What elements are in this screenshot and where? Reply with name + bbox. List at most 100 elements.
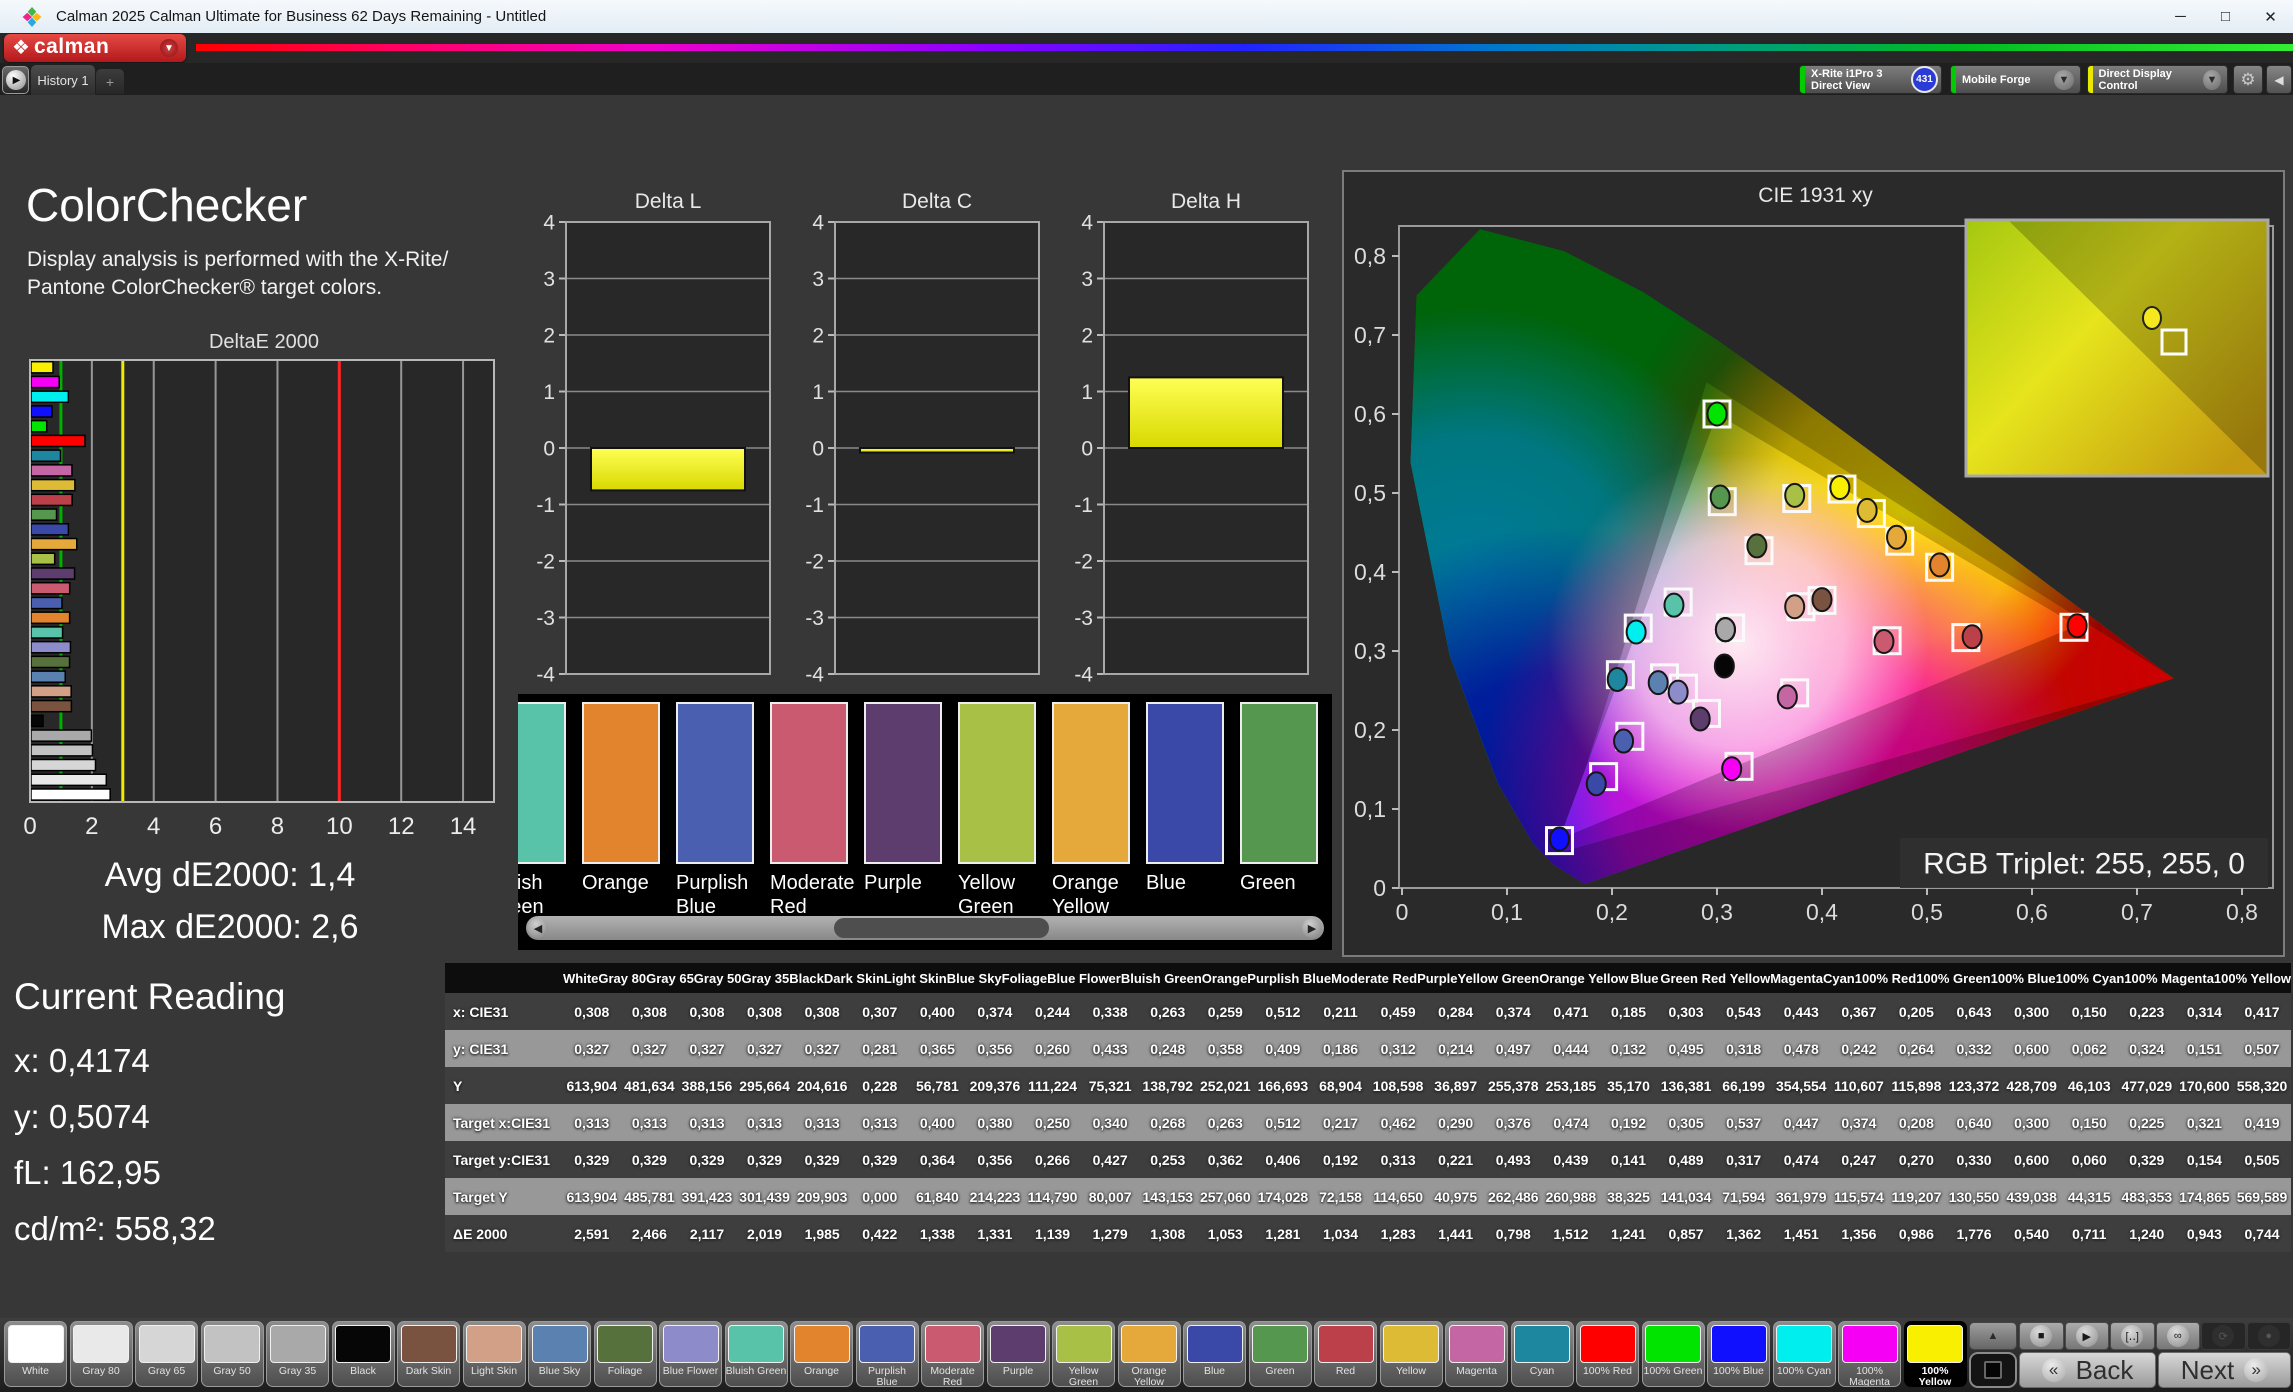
table-cell: 0,318 — [1715, 1030, 1773, 1067]
close-button[interactable]: ✕ — [2248, 0, 2293, 33]
pattern-window-button[interactable] — [1969, 1352, 2017, 1388]
step-button[interactable]: [‥] — [2110, 1322, 2155, 1350]
svg-text:1: 1 — [812, 381, 824, 404]
table-cell: 40,975 — [1427, 1178, 1485, 1215]
table-column-header: 100% Yellow — [2214, 963, 2291, 993]
patch-label: Yellow Green — [1053, 1365, 1114, 1387]
patch-button-gray-50[interactable]: Gray 50 — [201, 1321, 264, 1387]
table-cell: 0,263 — [1139, 993, 1197, 1030]
svg-text:4: 4 — [543, 211, 555, 234]
patch-button-blue-sky[interactable]: Blue Sky — [528, 1321, 591, 1387]
patch-button-light-skin[interactable]: Light Skin — [463, 1321, 526, 1387]
rgb-triplet-label: RGB Triplet: 255, 255, 0 — [1923, 848, 2245, 881]
carousel-scrollbar[interactable]: ◀ ▶ — [526, 916, 1324, 940]
carousel-patch-blue[interactable]: Blue — [1146, 702, 1224, 919]
table-cell: 0,489 — [1657, 1141, 1715, 1178]
expand-controls-button[interactable]: ▲ — [1969, 1322, 2017, 1350]
add-tab-button[interactable]: + — [96, 69, 124, 94]
table-cell: 0,208 — [1888, 1104, 1946, 1141]
source-dropdown[interactable]: Mobile Forge ▼ — [1950, 65, 2081, 94]
patch-button-yellow[interactable]: Yellow — [1380, 1321, 1443, 1387]
patch-button-blue-flower[interactable]: Blue Flower — [659, 1321, 722, 1387]
title-bar: Calman 2025 Calman Ultimate for Business… — [0, 0, 2293, 33]
table-row-label: ΔE 2000 — [445, 1215, 563, 1252]
svg-text:0,3: 0,3 — [1701, 899, 1733, 925]
table-cell: 0,478 — [1772, 1030, 1830, 1067]
table-cell: 255,378 — [1485, 1067, 1543, 1104]
display-control-dropdown[interactable]: Direct Display Control ▼ — [2087, 65, 2228, 94]
tab-history-1[interactable]: History 1 — [31, 65, 95, 95]
patch-button-100-red[interactable]: 100% Red — [1576, 1321, 1639, 1387]
scrollbar-thumb[interactable] — [834, 918, 1049, 938]
table-cell: 0,313 — [736, 1104, 794, 1141]
patch-button-purple[interactable]: Purple — [987, 1321, 1050, 1387]
patch-button-gray-80[interactable]: Gray 80 — [70, 1321, 133, 1387]
patch-button-gray-65[interactable]: Gray 65 — [135, 1321, 198, 1387]
patch-button-yellow-green[interactable]: Yellow Green — [1052, 1321, 1115, 1387]
patch-label: Gray 50 — [202, 1365, 263, 1377]
patch-button-black[interactable]: Black — [332, 1321, 395, 1387]
delta-l-chart: Delta L-4-3-2-101234 — [522, 192, 784, 698]
patch-button-magenta[interactable]: Magenta — [1445, 1321, 1508, 1387]
patch-button-cyan[interactable]: Cyan — [1511, 1321, 1574, 1387]
patch-button-100-magenta[interactable]: 100% Magenta — [1838, 1321, 1901, 1387]
back-button[interactable]: « Back — [2019, 1352, 2156, 1388]
collapse-panel-button[interactable]: ◀ — [2266, 65, 2292, 94]
patch-button-100-green[interactable]: 100% Green — [1642, 1321, 1705, 1387]
patch-button-white[interactable]: White — [4, 1321, 67, 1387]
carousel-patch-purplish-blue[interactable]: Purplish Blue — [676, 702, 754, 919]
table-cell: 0,443 — [1772, 993, 1830, 1030]
carousel-patch-purple[interactable]: Purple — [864, 702, 942, 919]
next-button[interactable]: Next » — [2158, 1352, 2291, 1388]
stop-button[interactable]: ■ — [2019, 1322, 2064, 1350]
patch-button-100-cyan[interactable]: 100% Cyan — [1773, 1321, 1836, 1387]
play-button[interactable]: ▶ — [2065, 1322, 2110, 1350]
patch-label: Moderate Red — [922, 1365, 983, 1387]
svg-text:-4: -4 — [1074, 663, 1093, 686]
deltae-bar-magenta — [31, 465, 72, 476]
meter-status-stripe — [1800, 66, 1805, 93]
patch-label: 100% Magenta — [1839, 1365, 1900, 1387]
minimize-button[interactable]: ─ — [2158, 0, 2203, 33]
loop-infinity-button[interactable]: ∞ — [2156, 1322, 2201, 1350]
table-cell: 0,400 — [909, 993, 967, 1030]
scroll-right-icon[interactable]: ▶ — [1302, 918, 1322, 938]
patch-swatch — [859, 1325, 915, 1363]
carousel-patch-green[interactable]: Green — [1240, 702, 1318, 919]
carousel-patch-orange[interactable]: Orange — [582, 702, 660, 919]
next-button-label: Next — [2181, 1355, 2234, 1386]
table-column-header: Blue — [1629, 963, 1661, 993]
table-cell: 0,329 — [563, 1141, 621, 1178]
patch-button-foliage[interactable]: Foliage — [594, 1321, 657, 1387]
patch-button-blue[interactable]: Blue — [1183, 1321, 1246, 1387]
patch-label: Dark Skin — [398, 1365, 459, 1377]
table-column-header: Green — [1660, 963, 1698, 993]
patch-button-moderate-red[interactable]: Moderate Red — [921, 1321, 984, 1387]
table-cell: 0,205 — [1888, 993, 1946, 1030]
patch-button-red[interactable]: Red — [1314, 1321, 1377, 1387]
patch-button-purplish-blue[interactable]: Purplish Blue — [856, 1321, 919, 1387]
carousel-patch-bluish-green[interactable]: Bluish Green — [518, 702, 566, 919]
carousel-patch-orange-yellow[interactable]: Orange Yellow — [1052, 702, 1130, 919]
patch-button-orange-yellow[interactable]: Orange Yellow — [1118, 1321, 1181, 1387]
patch-button-green[interactable]: Green — [1249, 1321, 1312, 1387]
scroll-left-icon[interactable]: ◀ — [528, 918, 548, 938]
record-icon: ● — [2258, 1325, 2280, 1347]
carousel-patch-moderate-red[interactable]: Moderate Red — [770, 702, 848, 919]
maximize-button[interactable]: □ — [2203, 0, 2248, 33]
patch-button-orange[interactable]: Orange — [790, 1321, 853, 1387]
patch-swatch — [532, 1325, 588, 1363]
settings-button[interactable]: ⚙ — [2233, 65, 2263, 94]
carousel-patch-yellow-green[interactable]: Yellow Green — [958, 702, 1036, 919]
table-cell: 0,300 — [2003, 1104, 2061, 1141]
calman-menu-button[interactable]: ❖ calman ▼ — [4, 34, 186, 62]
patch-swatch — [1146, 702, 1224, 864]
table-cell: 138,792 — [1139, 1067, 1197, 1104]
table-row-label: Target y:CIE31 — [445, 1141, 563, 1178]
patch-button-dark-skin[interactable]: Dark Skin — [397, 1321, 460, 1387]
patch-button-100-blue[interactable]: 100% Blue — [1707, 1321, 1770, 1387]
sidebar-toggle-button[interactable]: ▶ — [2, 66, 29, 94]
patch-button-bluish-green[interactable]: Bluish Green — [725, 1321, 788, 1387]
patch-button-100-yellow[interactable]: 100% Yellow — [1904, 1321, 1967, 1387]
patch-button-gray-35[interactable]: Gray 35 — [266, 1321, 329, 1387]
